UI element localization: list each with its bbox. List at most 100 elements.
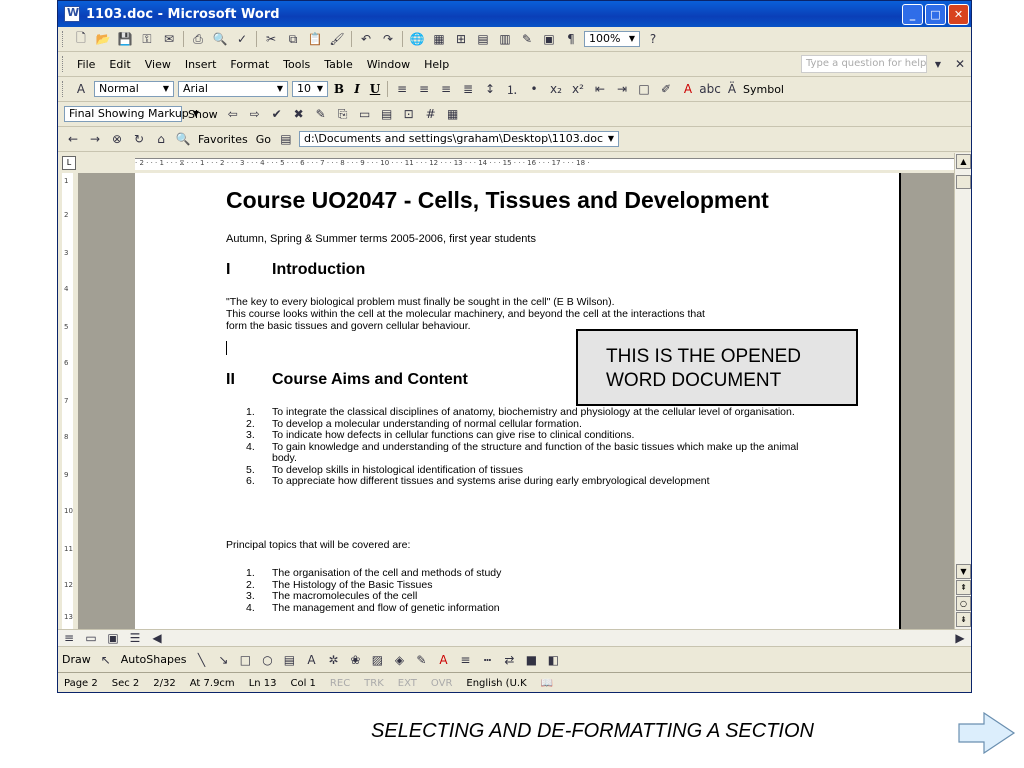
columns-icon[interactable]: ▥ — [497, 31, 513, 47]
ask-question-input[interactable]: Type a question for help — [801, 55, 927, 73]
arrow-icon[interactable]: ↘ — [215, 652, 231, 668]
field-icon[interactable]: ▤ — [379, 106, 395, 122]
form-icon[interactable]: ⊡ — [401, 106, 417, 122]
close-button[interactable]: ✕ — [948, 3, 969, 25]
next-arrow-icon[interactable] — [958, 712, 1016, 754]
normal-view-icon[interactable]: ≡ — [61, 630, 77, 646]
next-page-icon[interactable]: ⇟ — [956, 612, 971, 627]
numbering-icon[interactable]: ⒈ — [504, 81, 520, 97]
text-box-icon[interactable]: ▤ — [281, 652, 297, 668]
menu-format[interactable]: Format — [223, 58, 276, 71]
format-painter-icon[interactable]: 🖌 — [329, 31, 345, 47]
justify-icon[interactable]: ≣ — [460, 81, 476, 97]
insert-comment-icon[interactable]: ✎ — [313, 106, 329, 122]
permission-icon[interactable]: ⚿ — [139, 31, 155, 47]
superscript-icon[interactable]: x² — [570, 81, 586, 97]
autoshapes-button[interactable]: AutoShapes — [121, 653, 187, 666]
toolbar-grip[interactable] — [62, 81, 66, 97]
scroll-up-icon[interactable]: ▲ — [956, 154, 971, 169]
vertical-scrollbar[interactable]: ▲ ▼ ⇞ ○ ⇟ — [954, 153, 971, 629]
maximize-button[interactable]: □ — [925, 3, 946, 25]
next-change-icon[interactable]: ⇨ — [247, 106, 263, 122]
subscript-icon[interactable]: x₂ — [548, 81, 564, 97]
font-color-icon[interactable]: A — [680, 81, 696, 97]
show-only-web-toolbar-icon[interactable]: ▤ — [278, 131, 294, 147]
status-ovr[interactable]: OVR — [431, 678, 452, 689]
align-right-icon[interactable]: ≡ — [438, 81, 454, 97]
word-app-icon[interactable] — [64, 6, 80, 22]
menu-insert[interactable]: Insert — [178, 58, 224, 71]
open-icon[interactable]: 📂 — [95, 31, 111, 47]
horizontal-scrollbar[interactable]: ≡ ▭ ▣ ☰ ◀ ▶ — [58, 629, 971, 646]
hyperlink-icon[interactable]: 🌐 — [409, 31, 425, 47]
draw-menu-button[interactable]: Draw — [62, 653, 91, 666]
fill-color-icon[interactable]: ◈ — [391, 652, 407, 668]
font-combo[interactable]: Arial ▼ — [178, 81, 288, 97]
markup-mode-combo[interactable]: Final Showing Markup ▼ — [64, 106, 199, 122]
chevron-down-icon[interactable]: ▼ — [930, 56, 946, 72]
new-document-icon[interactable]: 🗋 — [73, 31, 89, 47]
close-document-icon[interactable]: ✕ — [952, 56, 968, 72]
go-button[interactable]: Go — [256, 133, 271, 146]
tables-borders-icon[interactable]: ▦ — [431, 31, 447, 47]
email-icon[interactable]: ✉ — [161, 31, 177, 47]
oval-icon[interactable]: ○ — [259, 652, 275, 668]
refresh-icon[interactable]: ↻ — [131, 131, 147, 147]
symbol-button[interactable]: Symbol — [743, 83, 784, 96]
status-trk[interactable]: TRK — [364, 678, 384, 689]
clip-art-icon[interactable]: ❀ — [347, 652, 363, 668]
select-objects-icon[interactable]: ↖ — [98, 652, 114, 668]
line-style-icon[interactable]: ≡ — [457, 652, 473, 668]
grid-icon[interactable]: # — [423, 106, 439, 122]
font-size-combo[interactable]: 10 ▼ — [292, 81, 328, 97]
toolbar-grip[interactable] — [62, 31, 66, 47]
forward-icon[interactable]: → — [87, 131, 103, 147]
scroll-right-icon[interactable]: ▶ — [952, 630, 968, 646]
strikethrough-icon[interactable]: abc — [699, 81, 721, 97]
menu-grip[interactable] — [62, 56, 66, 72]
horizontal-ruler[interactable]: L · 2 · · · 1 · · · ⧖ · · · 1 · · · 2 · … — [58, 153, 971, 173]
dash-style-icon[interactable]: ┅ — [479, 652, 495, 668]
show-menu-button[interactable]: Show — [188, 108, 218, 121]
drawing-icon[interactable]: ✎ — [519, 31, 535, 47]
increase-indent-icon[interactable]: ⇥ — [614, 81, 630, 97]
undo-icon[interactable]: ↶ — [358, 31, 374, 47]
menu-tools[interactable]: Tools — [276, 58, 317, 71]
tab-selector[interactable]: L — [62, 156, 76, 170]
menu-edit[interactable]: Edit — [102, 58, 137, 71]
cut-icon[interactable]: ✂ — [263, 31, 279, 47]
arrow-style-icon[interactable]: ⇄ — [501, 652, 517, 668]
underline-icon[interactable]: U — [366, 82, 384, 96]
menu-file[interactable]: File — [70, 58, 102, 71]
align-left-icon[interactable]: ≡ — [394, 81, 410, 97]
select-browse-object-icon[interactable]: ○ — [956, 596, 971, 611]
vertical-ruler[interactable]: 1 2 3 4 5 6 7 8 9 10 11 12 13 — [58, 173, 79, 629]
menu-help[interactable]: Help — [417, 58, 456, 71]
calendar-icon[interactable]: ▦ — [445, 106, 461, 122]
track-changes-icon[interactable]: ⎘ — [335, 106, 351, 122]
accept-change-icon[interactable]: ✔ — [269, 106, 285, 122]
previous-page-icon[interactable]: ⇞ — [956, 580, 971, 595]
spelling-icon[interactable]: ✓ — [234, 31, 250, 47]
reviewing-pane-icon[interactable]: ▭ — [357, 106, 373, 122]
outline-view-icon[interactable]: ☰ — [127, 630, 143, 646]
copy-icon[interactable]: ⧉ — [285, 31, 301, 47]
stop-icon[interactable]: ⊗ — [109, 131, 125, 147]
zoom-combo[interactable]: 100% ▼ — [584, 31, 640, 47]
menu-view[interactable]: View — [138, 58, 178, 71]
align-center-icon[interactable]: ≡ — [416, 81, 432, 97]
menu-table[interactable]: Table — [317, 58, 359, 71]
home-icon[interactable]: ⌂ — [153, 131, 169, 147]
shadow-icon[interactable]: ■ — [523, 652, 539, 668]
phonetic-guide-icon[interactable]: Ä — [724, 81, 740, 97]
diagram-icon[interactable]: ✲ — [325, 652, 341, 668]
print-preview-icon[interactable]: 🔍 — [212, 31, 228, 47]
show-hide-icon[interactable]: ¶ — [563, 31, 579, 47]
font-color-icon[interactable]: A — [435, 652, 451, 668]
bullets-icon[interactable]: • — [526, 81, 542, 97]
3d-icon[interactable]: ◧ — [545, 652, 561, 668]
help-icon[interactable]: ? — [645, 31, 661, 47]
highlight-icon[interactable]: ✐ — [658, 81, 674, 97]
paste-icon[interactable]: 📋 — [307, 31, 323, 47]
bold-icon[interactable]: B — [330, 82, 348, 96]
